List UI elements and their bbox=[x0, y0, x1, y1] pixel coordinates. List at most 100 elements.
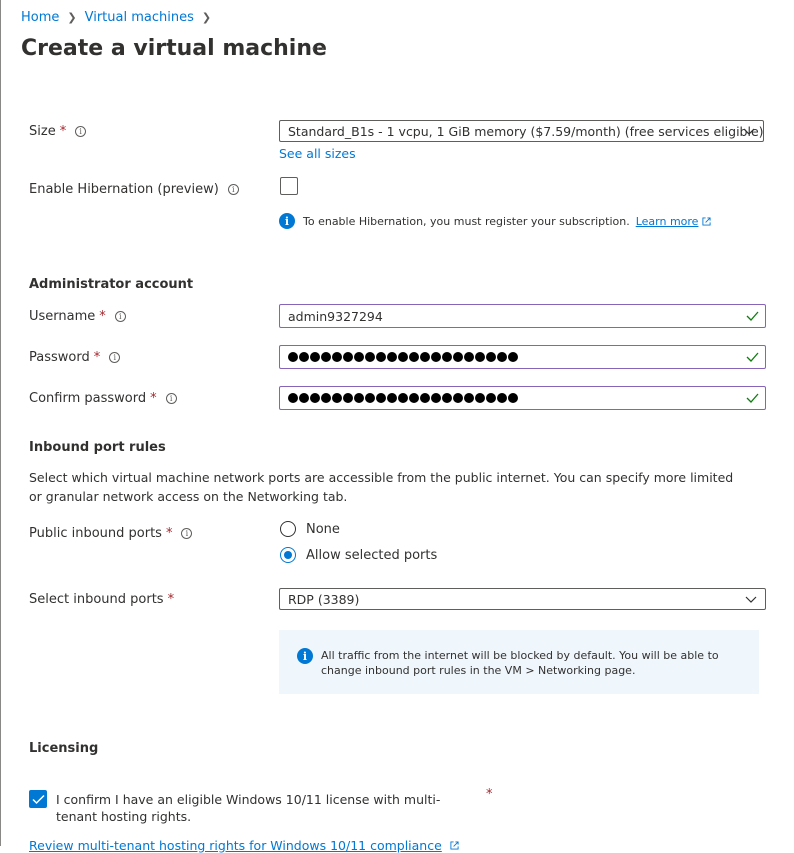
more-actions-icon[interactable]: ··· bbox=[311, 40, 325, 58]
password-dot bbox=[475, 393, 485, 403]
valid-check-icon bbox=[746, 393, 759, 403]
info-icon[interactable]: i bbox=[165, 393, 177, 404]
username-value: admin9327294 bbox=[288, 308, 383, 324]
see-all-sizes-link[interactable]: See all sizes bbox=[279, 146, 356, 161]
info-icon[interactable]: i bbox=[114, 311, 126, 322]
chevron-down-icon bbox=[743, 128, 755, 135]
required-mark: * bbox=[99, 309, 106, 324]
info-icon[interactable]: i bbox=[227, 184, 239, 195]
radio-none[interactable]: None bbox=[280, 521, 340, 537]
hibernation-label-row: Enable Hibernation (preview) i bbox=[29, 182, 239, 197]
info-icon[interactable]: i bbox=[109, 352, 121, 363]
password-dot bbox=[497, 393, 507, 403]
password-dot bbox=[288, 393, 298, 403]
password-dot bbox=[343, 393, 353, 403]
confirm-password-input[interactable] bbox=[279, 386, 766, 410]
password-dot bbox=[387, 352, 397, 362]
required-mark: * bbox=[93, 350, 101, 365]
breadcrumb: Home ❯ Virtual machines ❯ bbox=[21, 10, 219, 25]
required-mark: * bbox=[165, 526, 173, 541]
administrator-account-heading: Administrator account bbox=[29, 277, 194, 292]
password-dot bbox=[332, 352, 342, 362]
select-inbound-ports-label-row: Select inbound ports * bbox=[29, 592, 174, 607]
external-link-icon bbox=[702, 216, 712, 226]
license-confirm-checkbox[interactable] bbox=[29, 790, 47, 808]
password-label-row: Password * i bbox=[29, 350, 121, 365]
info-filled-icon: i bbox=[297, 648, 313, 664]
password-dot bbox=[288, 352, 298, 362]
size-label: Size bbox=[29, 124, 56, 139]
password-dot bbox=[299, 352, 309, 362]
select-inbound-ports-value: RDP (3389) bbox=[288, 591, 360, 607]
learn-more-link[interactable]: Learn more bbox=[636, 215, 699, 228]
password-dot bbox=[310, 352, 320, 362]
breadcrumb-virtual-machines-link[interactable]: Virtual machines bbox=[85, 10, 194, 25]
password-dot bbox=[508, 393, 518, 403]
select-inbound-ports-dropdown[interactable]: RDP (3389) bbox=[279, 588, 766, 610]
required-mark: * bbox=[486, 787, 493, 802]
username-input[interactable]: admin9327294 bbox=[279, 304, 766, 328]
valid-check-icon bbox=[746, 352, 759, 362]
license-confirm-text: I confirm I have an eligible Windows 10/… bbox=[56, 792, 441, 824]
confirm-password-label-row: Confirm password * i bbox=[29, 391, 177, 406]
hibernation-checkbox[interactable] bbox=[280, 177, 298, 195]
password-dot bbox=[343, 352, 353, 362]
password-dot bbox=[442, 393, 452, 403]
valid-check-icon bbox=[746, 311, 759, 321]
password-dot bbox=[409, 393, 419, 403]
password-dot bbox=[420, 393, 430, 403]
inbound-info-box: i All traffic from the internet will be … bbox=[279, 630, 759, 694]
chevron-down-icon bbox=[745, 596, 757, 603]
public-inbound-ports-label-row: Public inbound ports * i bbox=[29, 526, 193, 541]
chevron-right-icon: ❯ bbox=[201, 11, 212, 24]
username-label: Username bbox=[29, 309, 96, 324]
password-dot bbox=[365, 393, 375, 403]
required-mark: * bbox=[167, 592, 175, 607]
info-icon[interactable]: i bbox=[181, 528, 193, 539]
size-label-row: Size * i bbox=[29, 124, 87, 139]
password-dot bbox=[398, 393, 408, 403]
size-dropdown-value: Standard_B1s - 1 vcpu, 1 GiB memory ($7.… bbox=[288, 123, 764, 139]
password-dot bbox=[508, 352, 518, 362]
password-dot bbox=[486, 352, 496, 362]
select-inbound-ports-label: Select inbound ports bbox=[29, 592, 164, 607]
inbound-info-text: All traffic from the internet will be bl… bbox=[321, 649, 719, 677]
chevron-right-icon: ❯ bbox=[67, 11, 77, 24]
radio-button[interactable] bbox=[280, 521, 296, 537]
breadcrumb-home-link[interactable]: Home bbox=[21, 10, 59, 25]
password-dot bbox=[431, 393, 441, 403]
checkmark-icon bbox=[31, 794, 45, 804]
radio-allow-selected-ports[interactable]: Allow selected ports bbox=[280, 547, 437, 563]
hibernation-hint: i To enable Hibernation, you must regist… bbox=[279, 213, 712, 229]
password-dot bbox=[464, 393, 474, 403]
info-icon[interactable]: i bbox=[75, 126, 87, 137]
confirm-password-label: Confirm password bbox=[29, 391, 147, 406]
password-dot bbox=[453, 352, 463, 362]
password-dot bbox=[299, 393, 309, 403]
password-dot bbox=[442, 352, 452, 362]
username-label-row: Username * i bbox=[29, 309, 126, 324]
password-dot bbox=[376, 352, 386, 362]
hibernation-label: Enable Hibernation (preview) bbox=[29, 182, 219, 197]
password-dot bbox=[409, 352, 419, 362]
password-dot bbox=[376, 393, 386, 403]
password-dot bbox=[464, 352, 474, 362]
password-dot bbox=[321, 393, 331, 403]
password-dot bbox=[321, 352, 331, 362]
password-dot bbox=[497, 352, 507, 362]
radio-label-none: None bbox=[306, 521, 340, 537]
required-mark: * bbox=[150, 391, 157, 406]
password-dot bbox=[310, 393, 320, 403]
password-dot bbox=[420, 352, 430, 362]
password-dot bbox=[354, 352, 364, 362]
left-border bbox=[0, 0, 1, 846]
radio-button[interactable] bbox=[280, 547, 296, 563]
size-dropdown[interactable]: Standard_B1s - 1 vcpu, 1 GiB memory ($7.… bbox=[279, 120, 764, 142]
password-input[interactable] bbox=[279, 345, 766, 369]
password-dot bbox=[354, 393, 364, 403]
password-dot bbox=[486, 393, 496, 403]
password-dot bbox=[398, 352, 408, 362]
password-dot bbox=[365, 352, 375, 362]
page-title: Create a virtual machine bbox=[21, 36, 327, 61]
password-dot bbox=[387, 393, 397, 403]
